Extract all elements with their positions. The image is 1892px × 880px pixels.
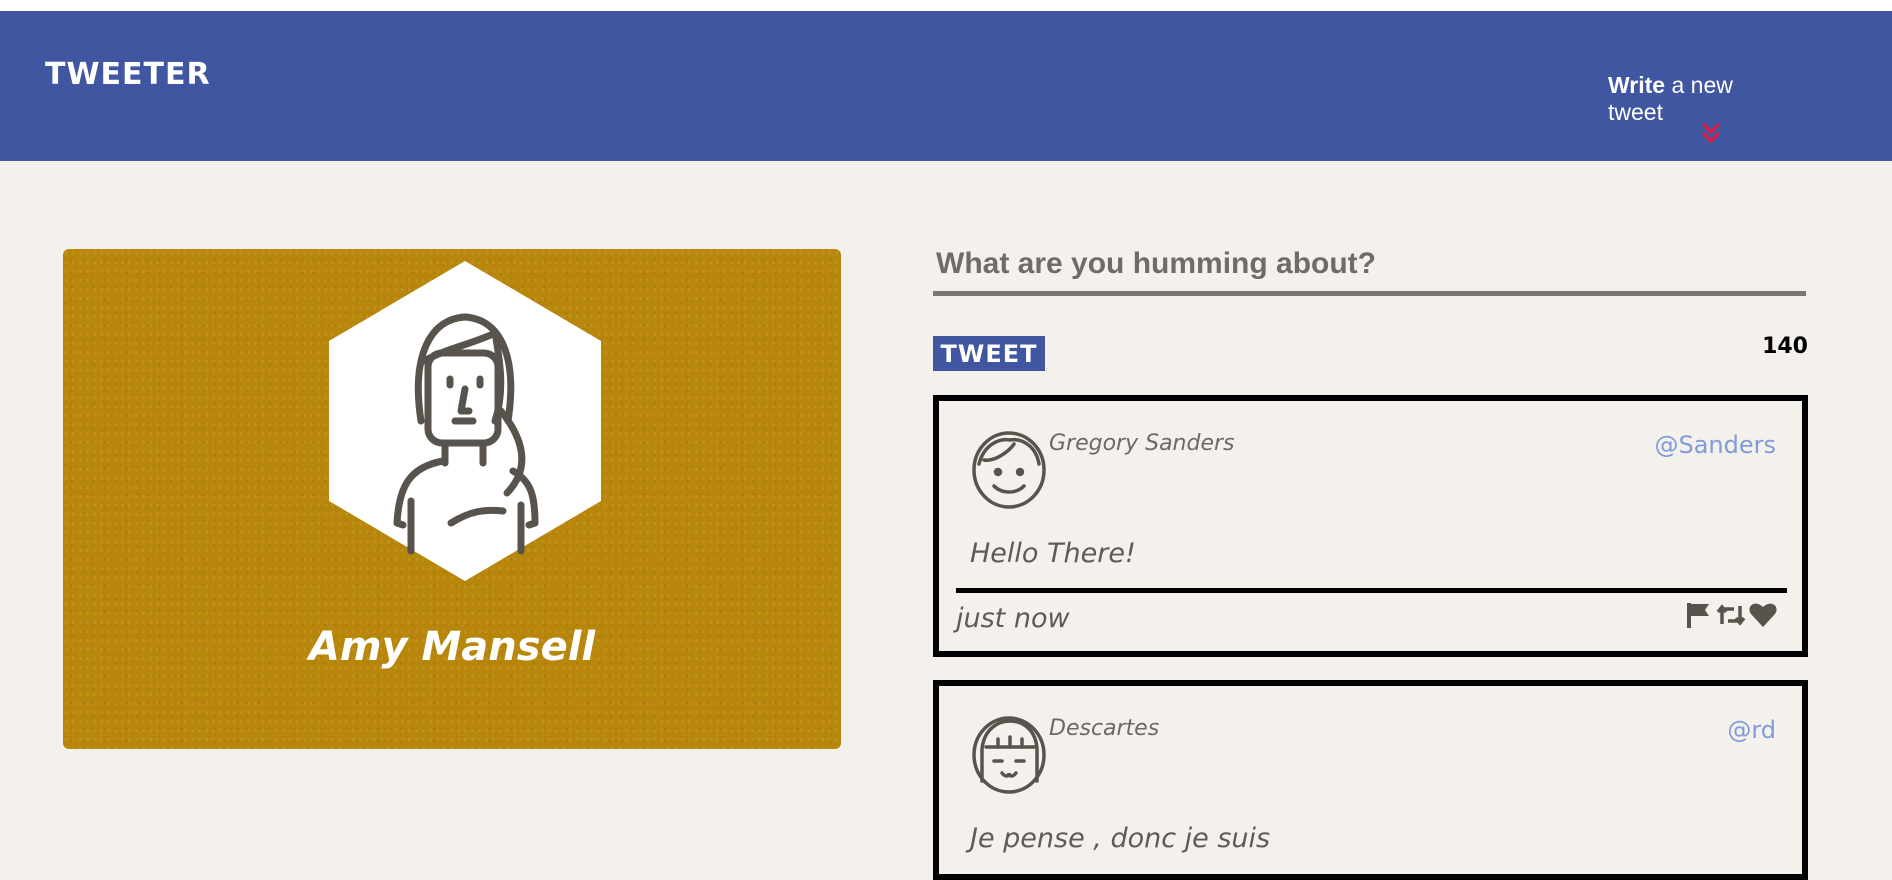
navbar: TWEETER Write a new tweet	[0, 11, 1892, 161]
flag-icon[interactable]	[1684, 600, 1714, 630]
tweet-input[interactable]	[933, 240, 1806, 296]
tweet-timestamp: just now	[956, 603, 1070, 634]
brand-logo[interactable]: TWEETER	[45, 57, 211, 92]
tweet-card: Descartes @rd Je pense , donc je suis	[933, 680, 1808, 880]
tweet-text: Je pense , donc je suis	[970, 823, 1271, 854]
profile-avatar-icon	[329, 261, 601, 581]
user-avatar-icon	[972, 716, 1046, 794]
user-avatar-icon	[972, 431, 1046, 509]
tweet-composer: TWEET 140	[933, 240, 1808, 371]
tweet-card: Gregory Sanders @Sanders Hello There! ju…	[933, 395, 1808, 657]
profile-name: Amy Mansell	[308, 624, 596, 670]
tweet-divider	[956, 588, 1787, 593]
top-strip	[0, 0, 1892, 11]
tweet-author-handle[interactable]: @rd	[1727, 716, 1776, 744]
char-counter: 140	[1762, 334, 1808, 359]
double-chevron-down-icon[interactable]	[1700, 121, 1722, 145]
heart-icon[interactable]	[1748, 600, 1778, 630]
tweet-author-name: Gregory Sanders	[1049, 431, 1235, 456]
tweet-button[interactable]: TWEET	[933, 336, 1045, 371]
profile-card: Amy Mansell	[63, 249, 841, 749]
compose-bold-text: Write	[1608, 72, 1666, 98]
retweet-icon[interactable]	[1716, 600, 1746, 630]
tweet-actions	[1684, 600, 1778, 630]
write-new-tweet-link[interactable]: Write a new tweet	[1608, 72, 1793, 126]
tweet-author-handle[interactable]: @Sanders	[1654, 431, 1776, 459]
tweet-author-name: Descartes	[1049, 716, 1160, 741]
tweet-text: Hello There!	[970, 538, 1136, 569]
